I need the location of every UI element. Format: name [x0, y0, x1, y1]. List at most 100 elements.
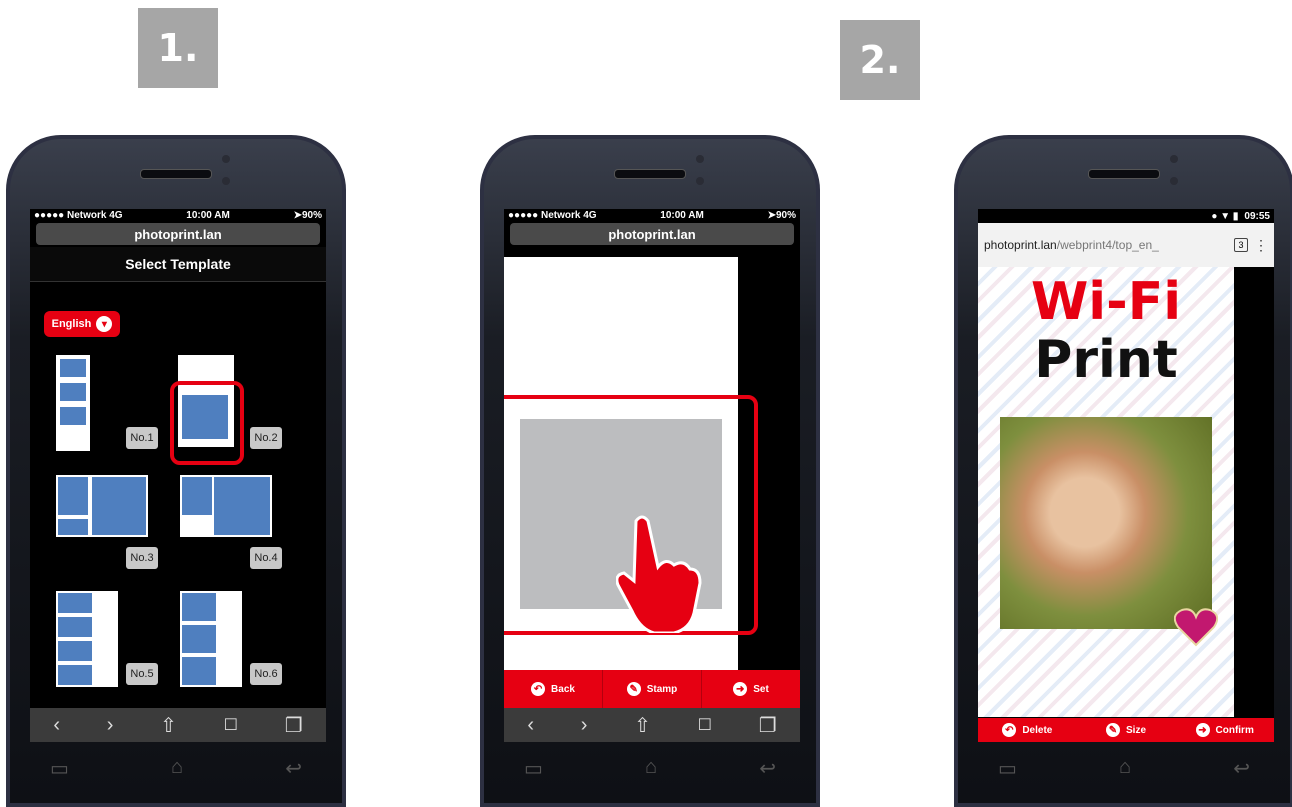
- poster-canvas: Wi-Fi Print: [978, 267, 1234, 717]
- size-button-label: Size: [1126, 724, 1147, 736]
- action-bar: ↶ Back ✎ Stamp ➜ Set: [504, 670, 800, 708]
- phone-camera: [696, 177, 704, 185]
- template-label: No.5: [126, 663, 158, 685]
- phone-3-screen: ● ▼ ▮ 09:55 photoprint.lan/webprint4/top…: [978, 209, 1274, 742]
- template-slot: [60, 359, 86, 377]
- tabs-icon[interactable]: ❐: [285, 713, 303, 738]
- carrier-label: ●●●●● Network 4G: [34, 209, 123, 221]
- share-icon[interactable]: ⇧: [160, 713, 177, 738]
- template-label: No.6: [250, 663, 282, 685]
- delete-button-label: Delete: [1022, 724, 1053, 736]
- chevron-down-icon: ▾: [96, 316, 113, 332]
- menu-key-icon[interactable]: ▭: [524, 756, 543, 781]
- tab-count-button[interactable]: 3: [1234, 238, 1248, 252]
- url-field[interactable]: photoprint.lan/webprint4/top_en_: [984, 238, 1228, 252]
- step-1-badge: 1.: [138, 8, 218, 88]
- phone-1: ●●●●● Network 4G 10:00 AM ➤90% photoprin…: [6, 135, 346, 807]
- phone-3: ● ▼ ▮ 09:55 photoprint.lan/webprint4/top…: [954, 135, 1292, 807]
- undo-icon: ↶: [1002, 723, 1017, 737]
- template-label: No.2: [250, 427, 282, 449]
- phone-camera: [222, 177, 230, 185]
- template-slot: [182, 625, 216, 653]
- back-key-icon[interactable]: ↩: [759, 756, 776, 781]
- photo-frame[interactable]: [1000, 417, 1212, 629]
- page-title: Select Template: [30, 247, 326, 282]
- template-slot: [92, 477, 146, 535]
- back-icon[interactable]: ‹: [527, 714, 534, 737]
- browser-toolbar: ‹ › ⇧ ☐ ❐: [30, 708, 326, 742]
- phone-camera: [696, 155, 704, 163]
- template-slot: [60, 383, 86, 401]
- stamp-button[interactable]: ✎ Stamp: [603, 670, 702, 708]
- phone-camera: [1170, 155, 1178, 163]
- back-button-label: Back: [551, 683, 575, 695]
- language-select[interactable]: English ▾: [44, 311, 120, 337]
- template-label: No.1: [126, 427, 158, 449]
- phone-2: ●●●●● Network 4G 10:00 AM ➤90% photoprin…: [480, 135, 820, 807]
- status-bar: ●●●●● Network 4G 10:00 AM ➤90%: [504, 209, 800, 221]
- template-slot: [58, 665, 92, 685]
- back-key-icon[interactable]: ↩: [1233, 756, 1250, 781]
- template-slot: [58, 593, 92, 613]
- size-button[interactable]: ✎ Size: [1077, 718, 1176, 742]
- url-bar[interactable]: photoprint.lan: [36, 223, 320, 245]
- back-key-icon[interactable]: ↩: [285, 756, 302, 781]
- template-slot: [60, 407, 86, 425]
- hardware-keys: ▭ ⌂ ↩: [50, 756, 302, 781]
- template-slot: [58, 519, 88, 535]
- tap-hand-icon: [615, 511, 702, 635]
- home-key-icon[interactable]: ⌂: [1119, 756, 1131, 781]
- kebab-menu-icon[interactable]: ⋮: [1254, 237, 1268, 254]
- battery-indicator: ➤90%: [767, 209, 796, 221]
- template-slot: [58, 641, 92, 661]
- template-slot: [182, 477, 212, 515]
- pencil-icon: ✎: [1106, 723, 1120, 737]
- delete-button[interactable]: ↶ Delete: [978, 718, 1077, 742]
- menu-key-icon[interactable]: ▭: [50, 756, 69, 781]
- phone-speaker: [140, 169, 212, 179]
- url-path: /webprint4/top_en_: [1056, 238, 1159, 252]
- phone-camera: [1170, 177, 1178, 185]
- status-icons: ● ▼ ▮: [1211, 210, 1239, 222]
- bookmarks-icon[interactable]: ☐: [698, 715, 712, 735]
- template-label: No.3: [126, 547, 158, 569]
- battery-indicator: ➤90%: [293, 209, 322, 221]
- bookmarks-icon[interactable]: ☐: [224, 715, 238, 735]
- pencil-icon: ✎: [626, 682, 641, 696]
- arrow-right-icon: ➜: [1195, 723, 1210, 737]
- share-icon[interactable]: ⇧: [634, 713, 651, 738]
- forward-icon[interactable]: ›: [581, 714, 588, 737]
- confirm-button[interactable]: ➜ Confirm: [1175, 718, 1274, 742]
- hardware-keys: ▭ ⌂ ↩: [524, 756, 776, 781]
- status-bar: ● ▼ ▮ 09:55: [978, 209, 1274, 223]
- selection-highlight: [170, 381, 244, 465]
- back-button[interactable]: ↶ Back: [504, 670, 603, 708]
- phone-speaker: [614, 169, 686, 179]
- heart-stamp-icon[interactable]: [1173, 607, 1219, 647]
- arrow-right-icon: ➜: [733, 682, 748, 696]
- home-key-icon[interactable]: ⌂: [171, 756, 183, 781]
- clock: 10:00 AM: [186, 209, 230, 221]
- set-button[interactable]: ➜ Set: [702, 670, 800, 708]
- template-slot: [58, 617, 92, 637]
- poster-subtitle: Print: [1034, 330, 1178, 390]
- set-button-label: Set: [753, 683, 769, 695]
- browser-toolbar: ‹ › ⇧ ☐ ❐: [504, 708, 800, 742]
- tabs-icon[interactable]: ❐: [759, 713, 777, 738]
- phone-2-screen: ●●●●● Network 4G 10:00 AM ➤90% photoprin…: [504, 209, 800, 742]
- confirm-button-label: Confirm: [1215, 724, 1254, 736]
- back-icon[interactable]: ‹: [53, 714, 60, 737]
- url-bar[interactable]: photoprint.lan: [510, 223, 794, 245]
- template-slot: [182, 593, 216, 621]
- phone-camera: [222, 155, 230, 163]
- clock: 09:55: [1244, 210, 1270, 222]
- phone-speaker: [1088, 169, 1160, 179]
- undo-icon: ↶: [531, 682, 546, 696]
- poster-title: Wi-Fi: [1030, 272, 1182, 332]
- clock: 10:00 AM: [660, 209, 704, 221]
- home-key-icon[interactable]: ⌂: [645, 756, 657, 781]
- menu-key-icon[interactable]: ▭: [998, 756, 1017, 781]
- status-bar: ●●●●● Network 4G 10:00 AM ➤90%: [30, 209, 326, 221]
- forward-icon[interactable]: ›: [107, 714, 114, 737]
- carrier-label: ●●●●● Network 4G: [508, 209, 597, 221]
